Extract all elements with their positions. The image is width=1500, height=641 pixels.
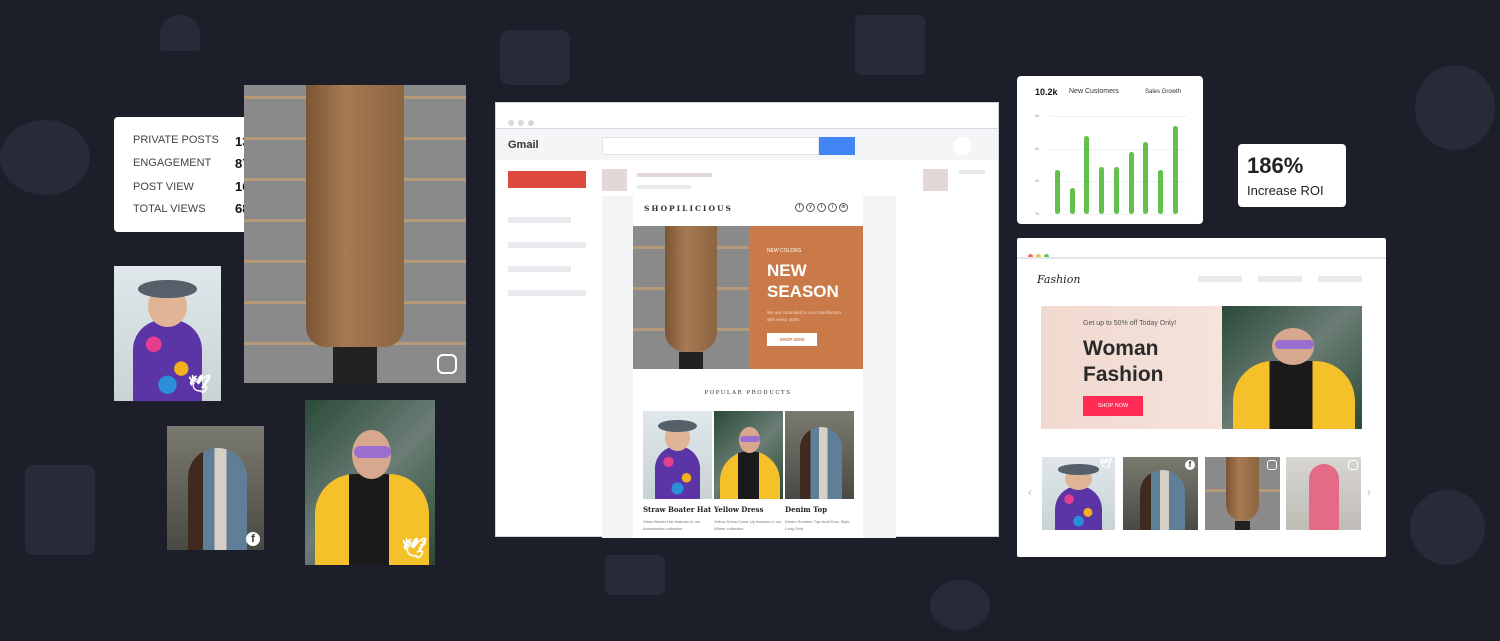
- hero-banner: Get up to 50% off Today Only! Woman Fash…: [1041, 306, 1222, 429]
- hero-title: SEASON: [767, 282, 839, 301]
- stat-label: ENGAGEMENT: [133, 157, 212, 169]
- hero-title: Fashion: [1083, 363, 1164, 386]
- bar: [1157, 169, 1163, 214]
- promo-text: Get up to 50% off Today Only!: [1083, 320, 1177, 327]
- sidebar-item[interactable]: [508, 290, 586, 296]
- yellow-jacket-photo: 🕊: [305, 400, 435, 565]
- stat-label: PRIVATE POSTS: [133, 134, 219, 146]
- twitter-icon: 🕊: [401, 538, 427, 560]
- heart-icon: [160, 15, 200, 51]
- money-hand-icon: [500, 30, 570, 85]
- y-tick-label: 4k: [1035, 178, 1040, 184]
- hero-photo: [1222, 306, 1362, 429]
- y-tick-label: 2k: [1035, 211, 1040, 216]
- carousel-thumb[interactable]: [1286, 457, 1361, 530]
- piggy-bank-icon: [930, 580, 990, 630]
- nav-link[interactable]: [1318, 276, 1362, 282]
- carousel-thumb[interactable]: 🕊: [1042, 457, 1115, 530]
- email-social-icons: f y t i in: [795, 203, 848, 212]
- twitter-icon[interactable]: t: [817, 203, 826, 212]
- product-name[interactable]: Denim Top: [785, 505, 827, 514]
- carousel-thumb[interactable]: [1205, 457, 1280, 530]
- grid-line: [1050, 214, 1187, 215]
- nav-link[interactable]: [1198, 276, 1242, 282]
- growth-chart-icon: [855, 15, 925, 75]
- window-controls: [1028, 246, 1053, 264]
- stat-label: TOTAL VIEWS: [133, 203, 206, 215]
- gmail-window: Gmail SHOPILICIOUS f y t i in NEW COLORS…: [495, 102, 999, 538]
- donation-box-icon: [25, 465, 95, 555]
- hero-title: NEW: [767, 261, 807, 280]
- app-name: Gmail: [508, 139, 539, 151]
- hero-title: Woman: [1083, 337, 1159, 360]
- roi-label: Increase ROI: [1247, 183, 1324, 198]
- nav-link[interactable]: [1258, 276, 1302, 282]
- carousel-thumb[interactable]: f: [1123, 457, 1198, 530]
- instagram-icon: [1267, 460, 1277, 470]
- sidebar-item[interactable]: [508, 217, 571, 223]
- bar: [1172, 125, 1178, 214]
- product-name[interactable]: Straw Boater Hat: [643, 505, 711, 514]
- carousel-next-button[interactable]: ›: [1367, 485, 1371, 499]
- roi-card: 186% Increase ROI: [1238, 144, 1346, 207]
- y-tick-label: 8k: [1035, 113, 1040, 118]
- roi-value: 186%: [1247, 153, 1304, 178]
- product-desc: Straw Boater Hat features in our Accesso…: [643, 519, 701, 531]
- coat-photo: [244, 85, 466, 383]
- twitter-icon: 🕊: [188, 374, 211, 394]
- bar: [1084, 135, 1090, 214]
- hawaiian-shirt-photo: 🕊: [114, 266, 221, 401]
- product-desc: Denim Summer Top stroll Euro Style Long …: [785, 519, 850, 531]
- section-title: POPULAR PRODUCTS: [704, 390, 792, 396]
- twitter-icon: 🕊: [1099, 459, 1112, 470]
- facebook-icon[interactable]: f: [795, 203, 804, 212]
- sales-chart-card: 10.2k New Customers Sales Growth 8k 6k 4k 2…: [1017, 76, 1203, 224]
- linkedin-icon[interactable]: in: [839, 203, 848, 212]
- facebook-icon: f: [246, 532, 260, 546]
- shop-now-button[interactable]: SHOP NOW: [1083, 396, 1143, 416]
- bar: [1099, 166, 1105, 214]
- product-desc: Yellow Dress Cover Up features in our Wi…: [714, 519, 782, 531]
- search-input[interactable]: [602, 137, 819, 155]
- hero-text: We are commited to your satisfaction wit…: [767, 310, 841, 322]
- email-hero-photo: [633, 226, 749, 369]
- bar: [1143, 142, 1149, 214]
- carousel-prev-button[interactable]: ‹: [1028, 485, 1032, 499]
- instagram-icon: [1348, 460, 1358, 470]
- stat-label: POST VIEW: [133, 181, 194, 193]
- grid-line: [1050, 148, 1187, 150]
- bar-chart: 8k 6k 4k 2k: [1017, 76, 1203, 224]
- email-hero-banner: NEW COLORS NEW SEASON We are commited to…: [749, 226, 863, 369]
- email-brand: SHOPILICIOUS: [644, 204, 733, 213]
- money-bag-icon: [1415, 65, 1495, 150]
- product-photo[interactable]: [714, 411, 783, 499]
- cash-icon: [605, 555, 665, 595]
- search-button[interactable]: [819, 137, 855, 155]
- bar: [1113, 166, 1119, 214]
- bar: [1055, 169, 1060, 214]
- bar: [1069, 187, 1075, 214]
- grid-line: [1050, 116, 1187, 117]
- denim-photo: f: [167, 426, 264, 550]
- sidebar-item[interactable]: [508, 266, 571, 272]
- site-logo[interactable]: Fashion: [1037, 273, 1080, 286]
- product-photo[interactable]: [785, 411, 854, 499]
- sender-avatar: [602, 169, 627, 191]
- facebook-icon: f: [1185, 460, 1195, 470]
- sidebar-item[interactable]: [508, 242, 586, 248]
- shop-now-button[interactable]: SHOP NOW: [767, 333, 817, 346]
- piggy-bank-icon: [0, 120, 90, 195]
- youtube-icon[interactable]: y: [806, 203, 815, 212]
- email-body: SHOPILICIOUS f y t i in NEW COLORS NEW S…: [633, 196, 863, 538]
- product-photo[interactable]: [643, 411, 712, 499]
- hero-kicker: NEW COLORS: [767, 248, 802, 254]
- instagram-icon[interactable]: i: [828, 203, 837, 212]
- product-name[interactable]: Yellow Dress: [714, 505, 763, 514]
- dollar-coin-icon: [1410, 490, 1485, 565]
- bar: [1128, 151, 1134, 214]
- avatar[interactable]: [953, 137, 971, 155]
- y-tick-label: 6k: [1035, 145, 1040, 151]
- instagram-icon: [437, 354, 457, 374]
- compose-button[interactable]: [508, 171, 586, 188]
